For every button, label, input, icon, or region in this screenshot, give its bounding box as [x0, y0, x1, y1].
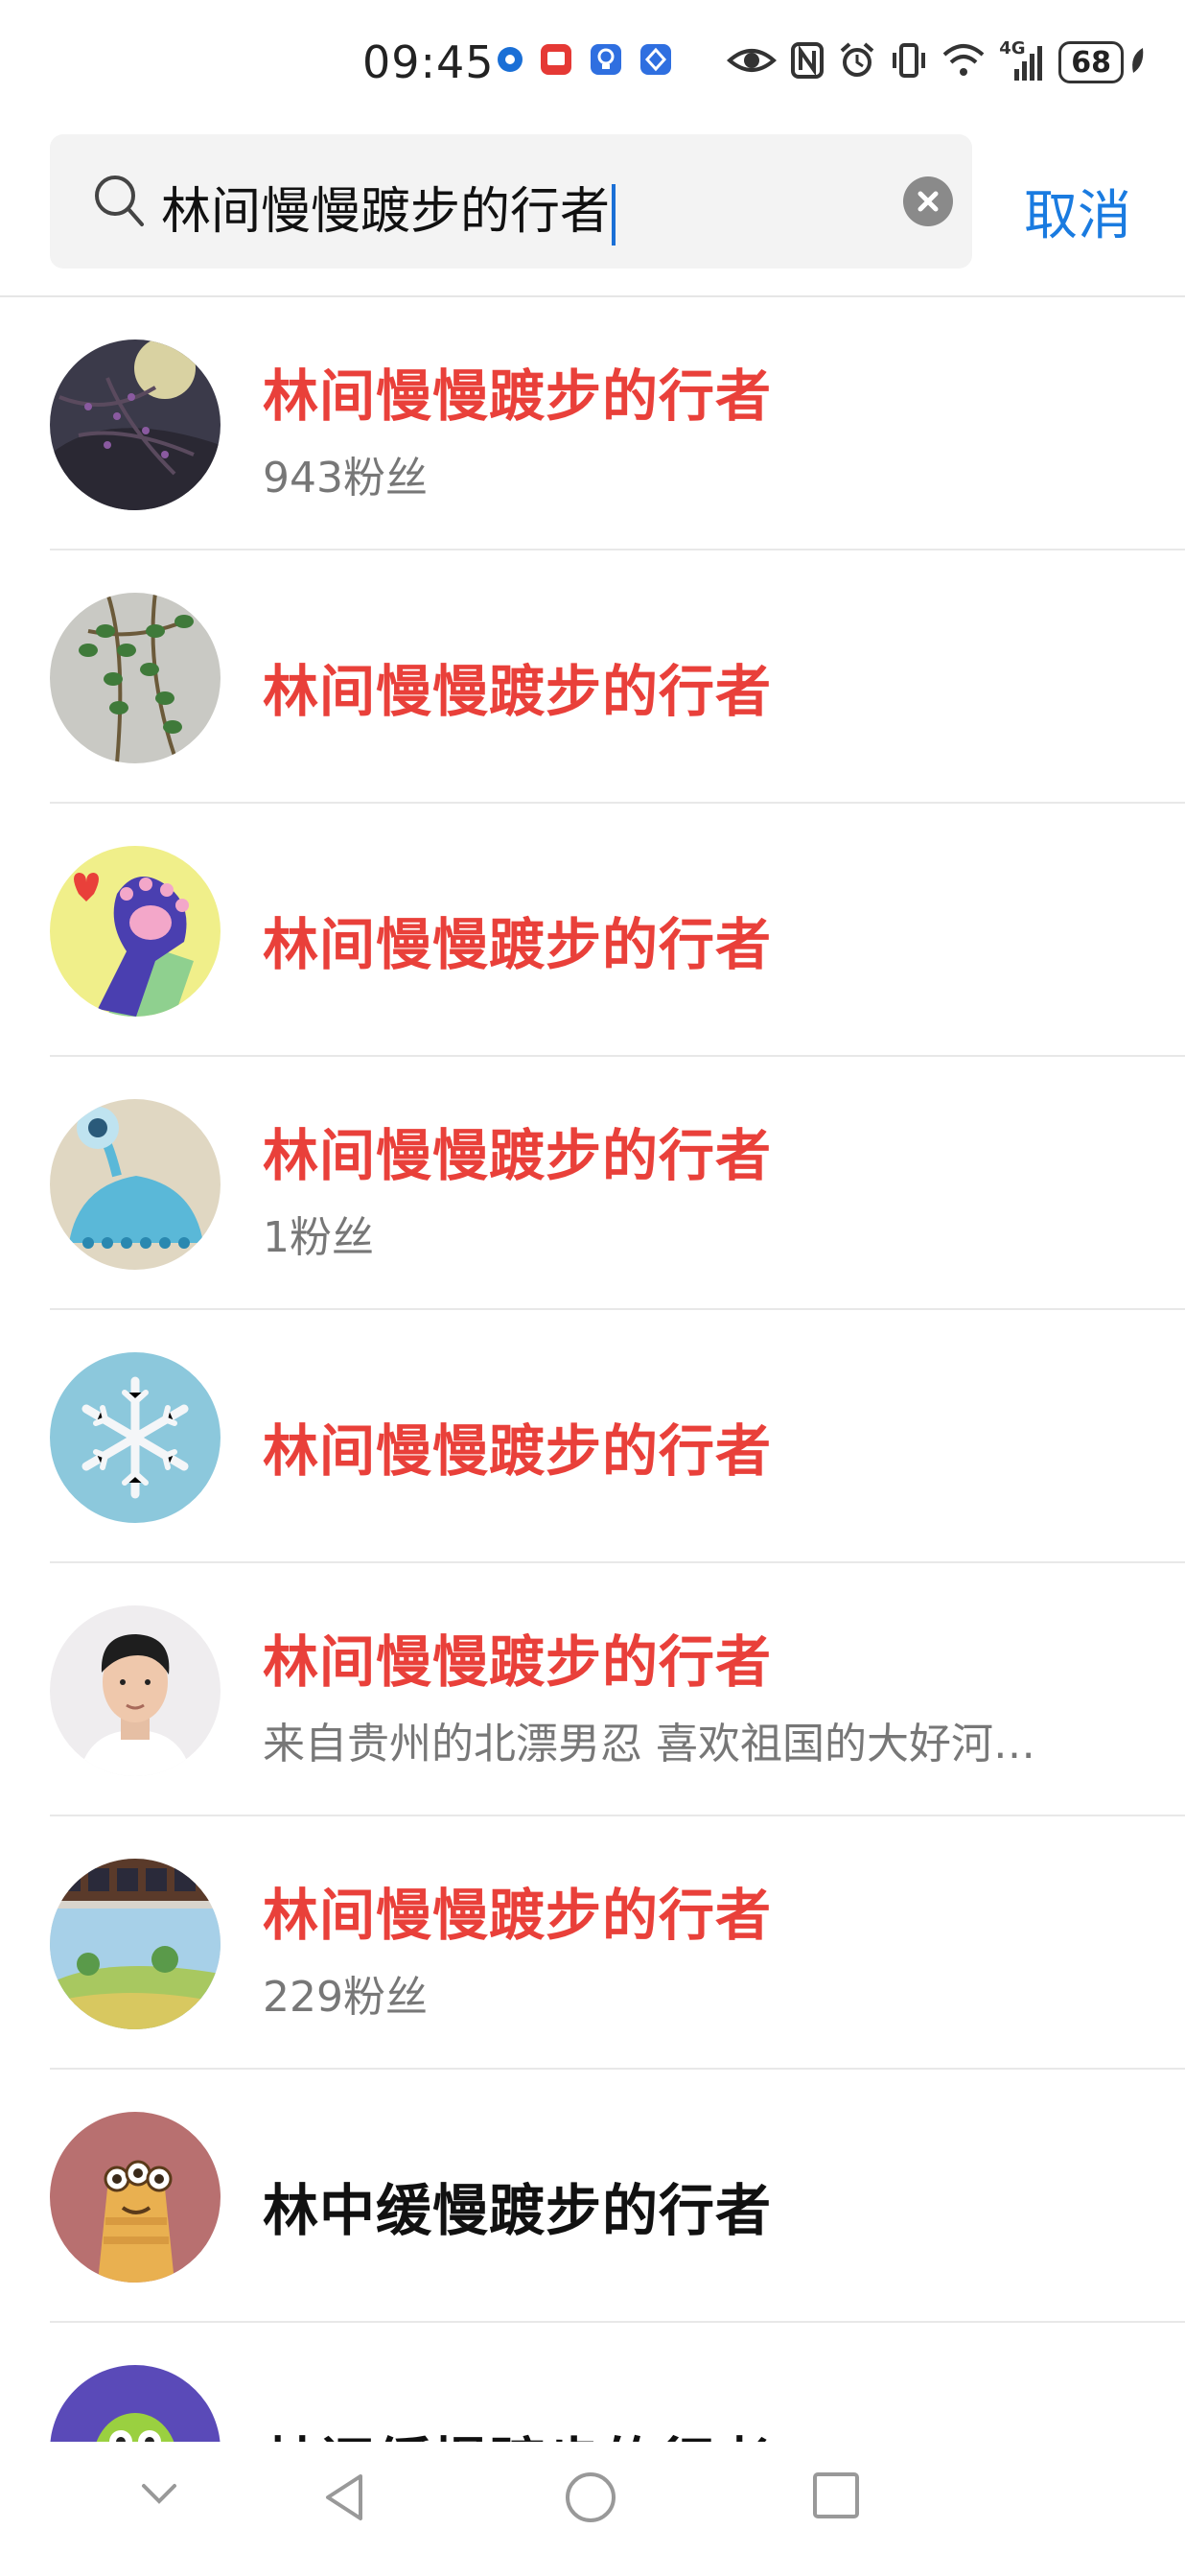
list-item[interactable]: 林间慢慢踱步的行者	[0, 550, 1185, 804]
user-followers: 943粉丝	[263, 454, 428, 503]
network-type: 4G	[999, 38, 1026, 59]
user-name: 林间慢慢踱步的行者	[263, 1629, 773, 1695]
user-name: 林间慢慢踱步的行者	[263, 1418, 773, 1484]
avatar	[50, 1859, 221, 2029]
alarm-icon	[838, 41, 876, 83]
user-bio: 来自贵州的北漂男忍 喜欢祖国的大好河…	[263, 1720, 1035, 1768]
list-item[interactable]: 林间慢慢踱步的行者	[0, 804, 1185, 1057]
avatar	[50, 1605, 221, 1776]
recents-button[interactable]	[811, 2471, 861, 2524]
user-name: 林间慢慢踱步的行者	[263, 912, 773, 977]
avatar	[50, 593, 221, 763]
status-icons: 4G 68	[727, 38, 1147, 86]
user-name: 林间慢慢踱步的行者	[263, 363, 773, 429]
user-name: 林中缓慢踱步的行者	[263, 2178, 773, 2243]
list-item[interactable]: 林间慢慢踱步的行者 来自贵州的北漂男忍 喜欢祖国的大好河…	[0, 1563, 1185, 1816]
list-item[interactable]: 林间慢慢踱步的行者 1粉丝	[0, 1057, 1185, 1310]
cancel-button[interactable]: 取消	[1024, 173, 1131, 250]
battery-level: 68	[1058, 41, 1124, 83]
wifi-icon	[941, 41, 986, 83]
user-followers: 229粉丝	[263, 1973, 428, 2022]
app-icon	[639, 42, 673, 77]
user-followers: 1粉丝	[263, 1213, 374, 1262]
battery-indicator: 68	[1058, 41, 1147, 83]
status-time: 09:45	[362, 36, 495, 88]
notes-icon	[539, 42, 573, 77]
chevron-down-icon	[142, 2484, 176, 2504]
home-icon	[566, 2472, 616, 2522]
close-icon	[918, 191, 939, 212]
text-caret	[612, 184, 616, 246]
status-bar: 09:45 4G 68	[0, 0, 1185, 125]
avatar	[50, 846, 221, 1017]
user-name: 林间慢慢踱步的行者	[263, 1123, 773, 1188]
avatar	[50, 1352, 221, 1523]
user-name: 林间慢慢踱步的行者	[263, 1883, 773, 1948]
avatar	[50, 2112, 221, 2283]
search-results-list: 林间慢慢踱步的行者 943粉丝 林间慢慢踱步的行者 林间慢慢踱步的行者 林间慢慢…	[0, 297, 1185, 2576]
list-item[interactable]: 林间慢慢踱步的行者 229粉丝	[0, 1816, 1185, 2070]
system-nav-bar	[0, 2442, 1185, 2566]
list-item[interactable]: 林中缓慢踱步的行者	[0, 2070, 1185, 2323]
hide-keyboard-button[interactable]	[136, 2471, 182, 2520]
signal-icon: 4G	[999, 38, 1045, 82]
back-button[interactable]	[320, 2471, 368, 2528]
tips-icon	[589, 42, 623, 77]
recents-icon	[813, 2472, 859, 2518]
leaf-icon	[1127, 46, 1147, 79]
avatar	[50, 340, 221, 510]
search-query[interactable]: 林间慢慢踱步的行者	[161, 171, 616, 246]
clear-search-button[interactable]	[903, 176, 953, 226]
search-input[interactable]: 林间慢慢踱步的行者	[50, 134, 972, 269]
vibrate-icon	[890, 41, 928, 83]
back-icon	[326, 2474, 362, 2520]
avatar	[50, 1099, 221, 1270]
list-item[interactable]: 林间慢慢踱步的行者 943粉丝	[0, 297, 1185, 550]
list-item[interactable]: 林间慢慢踱步的行者	[0, 1310, 1185, 1563]
location-icon	[493, 42, 527, 77]
search-query-text: 林间慢慢踱步的行者	[161, 183, 611, 241]
nfc-icon	[790, 41, 825, 83]
home-button[interactable]	[564, 2471, 617, 2528]
search-icon	[92, 173, 146, 234]
eye-icon	[727, 41, 778, 83]
user-name: 林间慢慢踱步的行者	[263, 659, 773, 724]
